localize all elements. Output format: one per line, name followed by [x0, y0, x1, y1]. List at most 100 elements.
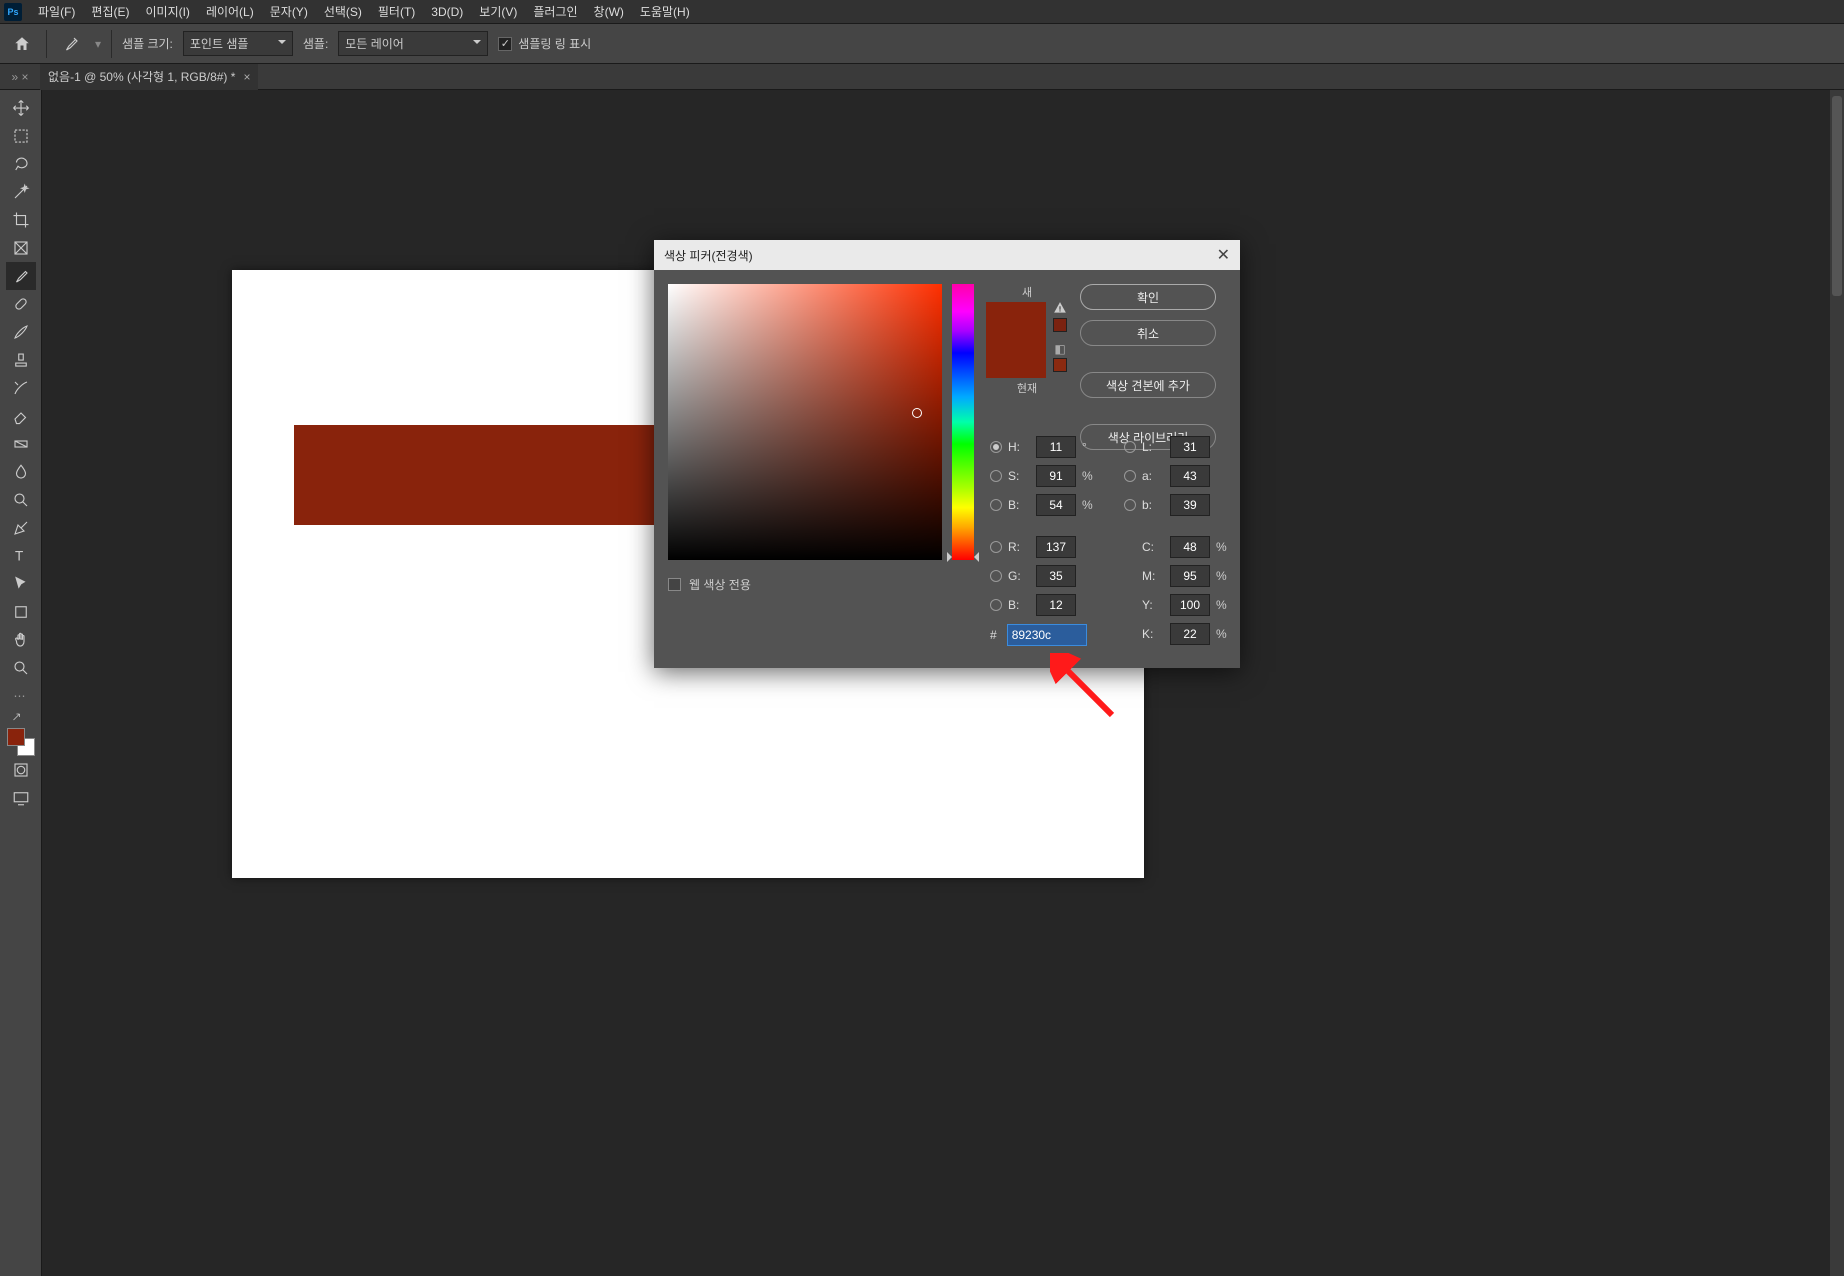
k-label: K:	[1142, 627, 1164, 641]
history-brush-tool[interactable]	[6, 374, 36, 402]
g-radio[interactable]	[990, 570, 1002, 582]
eraser-tool[interactable]	[6, 402, 36, 430]
menu-edit[interactable]: 편집(E)	[83, 0, 137, 24]
bb-radio[interactable]	[990, 599, 1002, 611]
s-radio[interactable]	[990, 470, 1002, 482]
a-label: a:	[1142, 469, 1164, 483]
eyedropper-tool-icon[interactable]	[57, 30, 85, 58]
dodge-tool[interactable]	[6, 486, 36, 514]
marquee-tool[interactable]	[6, 122, 36, 150]
m-input[interactable]	[1170, 565, 1210, 587]
r-radio[interactable]	[990, 541, 1002, 553]
foreground-color-swatch[interactable]	[7, 728, 25, 746]
hex-label: #	[990, 628, 997, 642]
menu-3d[interactable]: 3D(D)	[423, 1, 471, 23]
menu-image[interactable]: 이미지(I)	[137, 0, 197, 24]
sample-layers-dropdown[interactable]: 모든 레이어	[338, 31, 488, 56]
b-radio[interactable]	[990, 499, 1002, 511]
b-input[interactable]	[1036, 494, 1076, 516]
document-tab[interactable]: 없음-1 @ 50% (사각형 1, RGB/8#) * ×	[40, 64, 258, 90]
sampling-ring-checkbox[interactable]	[498, 37, 512, 51]
svg-text:T: T	[15, 549, 23, 564]
h-label: H:	[1008, 440, 1030, 454]
close-tab-icon[interactable]: ×	[243, 70, 250, 84]
web-colors-label: 웹 색상 전용	[689, 576, 751, 593]
y-input[interactable]	[1170, 594, 1210, 616]
color-swatches[interactable]	[7, 728, 35, 756]
c-input[interactable]	[1170, 536, 1210, 558]
bb-label: B:	[1008, 598, 1030, 612]
menu-filter[interactable]: 필터(T)	[370, 0, 423, 24]
hex-input[interactable]	[1007, 624, 1087, 646]
lab-b-radio[interactable]	[1124, 499, 1136, 511]
color-field[interactable]	[668, 284, 942, 560]
websafe-swatch[interactable]	[1053, 358, 1067, 372]
cube-icon[interactable]: ◧	[1054, 342, 1065, 356]
web-colors-checkbox[interactable]	[668, 578, 681, 591]
menu-window[interactable]: 창(W)	[586, 0, 632, 24]
gamut-warning-icon[interactable]	[1052, 300, 1068, 316]
menu-select[interactable]: 선택(S)	[316, 0, 370, 24]
l-radio[interactable]	[1124, 441, 1136, 453]
l-input[interactable]	[1170, 436, 1210, 458]
menu-type[interactable]: 문자(Y)	[262, 0, 316, 24]
k-input[interactable]	[1170, 623, 1210, 645]
quickmask-tool[interactable]	[6, 756, 36, 784]
sample-size-dropdown[interactable]: 포인트 샘플	[183, 31, 293, 56]
shape-tool[interactable]	[6, 598, 36, 626]
healing-tool[interactable]	[6, 290, 36, 318]
h-radio[interactable]	[990, 441, 1002, 453]
divider	[111, 30, 112, 58]
tab-handle-icon[interactable]: » ×	[0, 70, 40, 84]
crop-tool[interactable]	[6, 206, 36, 234]
eyedropper-tool[interactable]	[6, 262, 36, 290]
hand-tool[interactable]	[6, 626, 36, 654]
cancel-button[interactable]: 취소	[1080, 320, 1216, 346]
current-color-swatch[interactable]	[986, 340, 1046, 378]
screen-mode-tool[interactable]	[6, 784, 36, 812]
hue-slider-marker[interactable]	[947, 552, 979, 562]
web-colors-only[interactable]: 웹 색상 전용	[668, 576, 974, 593]
lasso-tool[interactable]	[6, 150, 36, 178]
bb-input[interactable]	[1036, 594, 1076, 616]
menu-layer[interactable]: 레이어(L)	[198, 0, 262, 24]
canvas-area[interactable]: 색상 피커(전경색) ✕ 웹 색상 전용	[42, 90, 1844, 1276]
menu-plugin[interactable]: 플러그인	[525, 0, 585, 24]
hue-slider[interactable]	[952, 284, 974, 560]
vertical-scrollbar[interactable]	[1830, 90, 1844, 1276]
pen-tool[interactable]	[6, 514, 36, 542]
add-swatch-button[interactable]: 색상 견본에 추가	[1080, 372, 1216, 398]
gradient-tool[interactable]	[6, 430, 36, 458]
lab-b-input[interactable]	[1170, 494, 1210, 516]
close-icon[interactable]: ✕	[1217, 245, 1230, 265]
menu-file[interactable]: 파일(F)	[30, 0, 83, 24]
swap-colors-icon[interactable]	[6, 710, 36, 724]
menu-bar: Ps 파일(F) 편집(E) 이미지(I) 레이어(L) 문자(Y) 선택(S)…	[0, 0, 1844, 24]
path-select-tool[interactable]	[6, 570, 36, 598]
stamp-tool[interactable]	[6, 346, 36, 374]
frame-tool[interactable]	[6, 234, 36, 262]
gamut-swatch[interactable]	[1053, 318, 1067, 332]
menu-view[interactable]: 보기(V)	[471, 0, 525, 24]
c-unit: %	[1216, 540, 1230, 554]
move-tool[interactable]	[6, 94, 36, 122]
ps-logo-icon: Ps	[4, 3, 22, 21]
wand-tool[interactable]	[6, 178, 36, 206]
scrollbar-thumb[interactable]	[1832, 96, 1842, 296]
a-input[interactable]	[1170, 465, 1210, 487]
a-radio[interactable]	[1124, 470, 1136, 482]
color-picker-titlebar[interactable]: 색상 피커(전경색) ✕	[654, 240, 1240, 270]
h-input[interactable]	[1036, 436, 1076, 458]
type-tool[interactable]: T	[6, 542, 36, 570]
brush-tool[interactable]	[6, 318, 36, 346]
home-icon[interactable]	[8, 30, 36, 58]
color-field-marker[interactable]	[912, 408, 922, 418]
edit-toolbar[interactable]: ⋯	[6, 682, 36, 710]
r-input[interactable]	[1036, 536, 1076, 558]
g-input[interactable]	[1036, 565, 1076, 587]
zoom-tool[interactable]	[6, 654, 36, 682]
ok-button[interactable]: 확인	[1080, 284, 1216, 310]
s-input[interactable]	[1036, 465, 1076, 487]
blur-tool[interactable]	[6, 458, 36, 486]
menu-help[interactable]: 도움말(H)	[632, 0, 698, 24]
